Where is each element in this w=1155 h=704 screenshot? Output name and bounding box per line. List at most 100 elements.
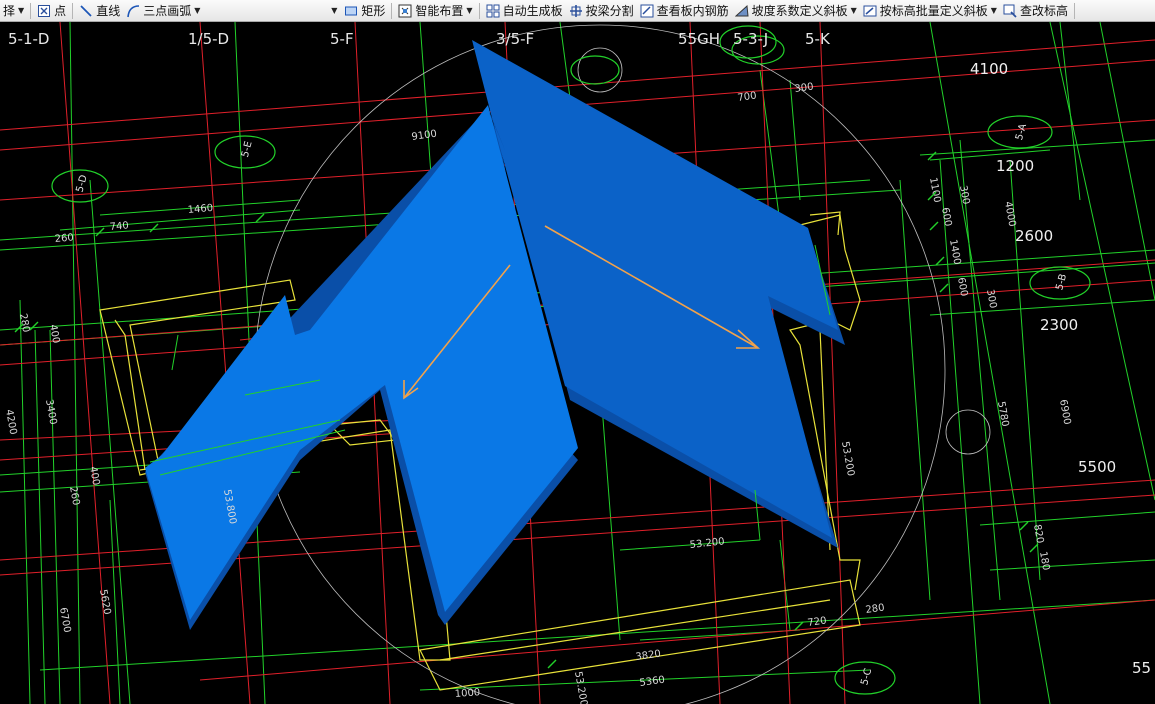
dimension-text: 720: [807, 615, 827, 629]
chevron-down-icon[interactable]: ▼: [851, 6, 857, 15]
point-tool-label: 点: [54, 4, 67, 18]
arc-icon: [126, 4, 140, 18]
elevation-text: 53.200: [839, 441, 856, 477]
axis-label: 3/5-F: [496, 30, 534, 48]
dimension-text: 9100: [411, 129, 438, 143]
slope-coefficient-slab-label: 坡度系数定义斜板: [751, 4, 848, 18]
edit-elevation-button[interactable]: 查改标高: [1000, 1, 1071, 21]
chevron-down-icon[interactable]: ▼: [331, 6, 337, 15]
dimension-text: 5780: [995, 401, 1010, 428]
dimension-text: 4200: [3, 409, 18, 436]
auto-slab-icon: [486, 4, 500, 18]
chevron-down-icon[interactable]: ▼: [991, 6, 997, 15]
dimension-text: 400: [87, 466, 101, 487]
axis-label: 1/5-D: [188, 30, 229, 48]
view-rebar-icon: [640, 4, 654, 18]
smart-layout-button[interactable]: 智能布置 ▼: [395, 1, 475, 21]
dimension-text: 4000: [1002, 201, 1017, 228]
right-dimension-labels: 4100 1200 2600 2300 5500 55: [970, 60, 1151, 677]
dimension-text: 1460: [187, 203, 213, 216]
smart-layout-icon: [398, 4, 412, 18]
point-tool-button[interactable]: 点: [34, 1, 69, 21]
toolbar-separator: [72, 2, 74, 19]
dimension-label: 5500: [1078, 458, 1116, 476]
draw-mode-dropdown[interactable]: ▼: [203, 2, 341, 20]
dimension-text: 6900: [1057, 399, 1072, 426]
smart-layout-label: 智能布置: [415, 4, 464, 18]
slope-coefficient-icon: [734, 4, 749, 18]
dimension-text: 3820: [635, 649, 662, 663]
select-tool[interactable]: 择 ▼: [0, 1, 27, 21]
toolbar-separator: [391, 2, 393, 19]
split-by-beam-button[interactable]: 按梁分割: [566, 1, 637, 21]
elevation-text: 53.200: [689, 536, 725, 551]
edit-elevation-label: 查改标高: [1019, 4, 1068, 18]
edit-elevation-icon: [1003, 4, 1017, 18]
split-by-beam-icon: [569, 4, 583, 18]
slope-coefficient-slab-button[interactable]: 坡度系数定义斜板 ▼: [732, 1, 860, 21]
top-axis-labels: 5-1-D 1/5-D 5-F 3/5-F 55GH 5-3-J 5-K: [8, 30, 831, 48]
dimension-text: 300: [984, 289, 998, 310]
axis-label: 5-1-D: [8, 30, 49, 48]
rotation-handle-right[interactable]: [945, 409, 991, 455]
select-tool-label: 择: [3, 4, 16, 18]
auto-generate-slab-button[interactable]: 自动生成板: [483, 1, 566, 21]
elevation-text: 53.200: [572, 671, 589, 704]
dimension-text: 300: [794, 81, 814, 95]
dimension-text: 700: [737, 90, 757, 104]
chevron-down-icon[interactable]: ▼: [18, 6, 24, 15]
axis-bubble-label: 5-A: [1014, 123, 1029, 142]
line-icon: [79, 4, 93, 18]
dimension-text: 1000: [454, 687, 480, 700]
dimension-text: 820: [1031, 524, 1045, 545]
axis-label: 55GH: [678, 30, 720, 48]
drawing-canvas[interactable]: 5-E 5-D 5-A 5-B 5-C 5-1-D 1/5-D 5-F 3/5-…: [0, 22, 1155, 704]
axis-bubble-label: 5-E: [240, 140, 255, 159]
dimension-label: 2300: [1040, 316, 1078, 334]
rectangle-tool-button[interactable]: 矩形: [341, 1, 388, 21]
dimension-label: 55: [1132, 659, 1151, 677]
arc-tool-button[interactable]: 三点画弧 ▼: [123, 1, 203, 21]
dimension-label: 1200: [996, 157, 1034, 175]
axis-bubble-label: 5-D: [75, 173, 90, 193]
dimension-text: 300: [957, 185, 971, 206]
dimension-text: 1400: [947, 239, 962, 266]
view-slab-rebar-button[interactable]: 查看板内钢筋: [637, 1, 732, 21]
rectangle-icon: [344, 4, 358, 18]
dimension-text: 740: [109, 220, 129, 233]
chevron-down-icon[interactable]: ▼: [194, 6, 200, 15]
dimension-text: 260: [54, 232, 74, 245]
batch-elevation-icon: [863, 4, 877, 18]
rotation-handle-top[interactable]: [577, 47, 623, 93]
rectangle-tool-label: 矩形: [361, 4, 386, 18]
dimension-text: 5360: [639, 675, 666, 689]
point-icon: [37, 4, 51, 18]
drawing-toolbar: 择 ▼ 点 直线 三点画弧 ▼ ▼ 矩形 智能布置 ▼ 自动生成板 按梁分割 查…: [0, 0, 1155, 22]
toolbar-separator: [1073, 2, 1075, 19]
dimension-text: 6700: [57, 607, 72, 634]
axis-bubble-label: 5-B: [1054, 273, 1069, 292]
axis-label: 5-K: [805, 30, 831, 48]
dimension-text: 280: [865, 602, 885, 616]
arc-tool-label: 三点画弧: [143, 4, 192, 18]
dimension-text: 280: [17, 313, 31, 334]
batch-elevation-slab-label: 按标高批量定义斜板: [879, 4, 988, 18]
batch-elevation-slab-button[interactable]: 按标高批量定义斜板 ▼: [860, 1, 1000, 21]
dimension-text: 3400: [43, 399, 58, 426]
dimension-label: 4100: [970, 60, 1008, 78]
auto-generate-slab-label: 自动生成板: [502, 4, 563, 18]
line-tool-label: 直线: [96, 4, 121, 18]
axis-label: 5-F: [330, 30, 354, 48]
toolbar-separator: [478, 2, 480, 19]
chevron-down-icon[interactable]: ▼: [466, 6, 472, 15]
dimension-text: 600: [939, 207, 953, 228]
toolbar-separator: [30, 2, 32, 19]
dimension-label: 2600: [1015, 227, 1053, 245]
split-by-beam-label: 按梁分割: [585, 4, 634, 18]
view-slab-rebar-label: 查看板内钢筋: [656, 4, 729, 18]
axis-label: 5-3-J: [733, 30, 768, 48]
dimension-text: 260: [67, 486, 81, 507]
line-tool-button[interactable]: 直线: [76, 1, 123, 21]
dimension-text: 5620: [97, 589, 112, 616]
cad-drawing[interactable]: 5-E 5-D 5-A 5-B 5-C 5-1-D 1/5-D 5-F 3/5-…: [0, 22, 1155, 704]
